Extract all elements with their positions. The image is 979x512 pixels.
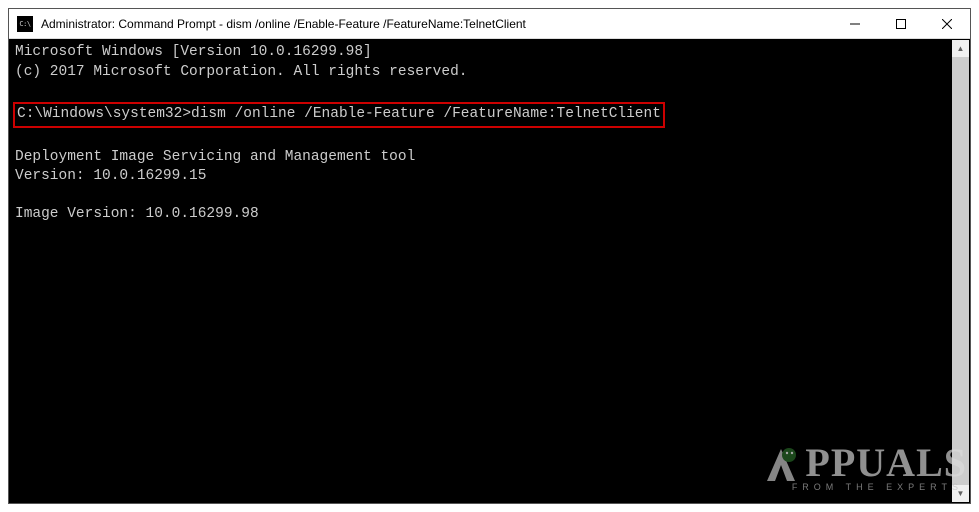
minimize-button[interactable] bbox=[832, 9, 878, 38]
close-icon bbox=[942, 19, 952, 29]
prompt-path: C:\Windows\system32> bbox=[17, 105, 191, 125]
vertical-scrollbar[interactable]: ▲ ▼ bbox=[952, 40, 969, 502]
os-version-line: Microsoft Windows [Version 10.0.16299.98… bbox=[15, 43, 964, 63]
maximize-button[interactable] bbox=[878, 9, 924, 38]
blank-line bbox=[15, 130, 964, 148]
close-button[interactable] bbox=[924, 9, 970, 38]
command-prompt-window: Administrator: Command Prompt - dism /on… bbox=[8, 8, 971, 504]
dism-title-line: Deployment Image Servicing and Managemen… bbox=[15, 148, 964, 168]
blank-line bbox=[15, 187, 964, 205]
dism-version-line: Version: 10.0.16299.15 bbox=[15, 167, 964, 187]
titlebar[interactable]: Administrator: Command Prompt - dism /on… bbox=[9, 9, 970, 39]
scroll-down-arrow-icon[interactable]: ▼ bbox=[952, 485, 969, 502]
window-controls bbox=[832, 9, 970, 38]
scrollbar-track[interactable] bbox=[952, 57, 969, 485]
image-version-line: Image Version: 10.0.16299.98 bbox=[15, 205, 964, 225]
entered-command: dism /online /Enable-Feature /FeatureNam… bbox=[191, 105, 661, 125]
minimize-icon bbox=[850, 19, 860, 29]
terminal-output[interactable]: Microsoft Windows [Version 10.0.16299.98… bbox=[9, 39, 970, 503]
window-title: Administrator: Command Prompt - dism /on… bbox=[41, 17, 832, 31]
command-highlight-box: C:\Windows\system32>dism /online /Enable… bbox=[13, 102, 665, 128]
maximize-icon bbox=[896, 19, 906, 29]
copyright-line: (c) 2017 Microsoft Corporation. All righ… bbox=[15, 63, 964, 83]
cmd-icon bbox=[17, 16, 33, 32]
blank-line bbox=[15, 82, 964, 100]
scrollbar-thumb[interactable] bbox=[952, 57, 969, 485]
scroll-up-arrow-icon[interactable]: ▲ bbox=[952, 40, 969, 57]
